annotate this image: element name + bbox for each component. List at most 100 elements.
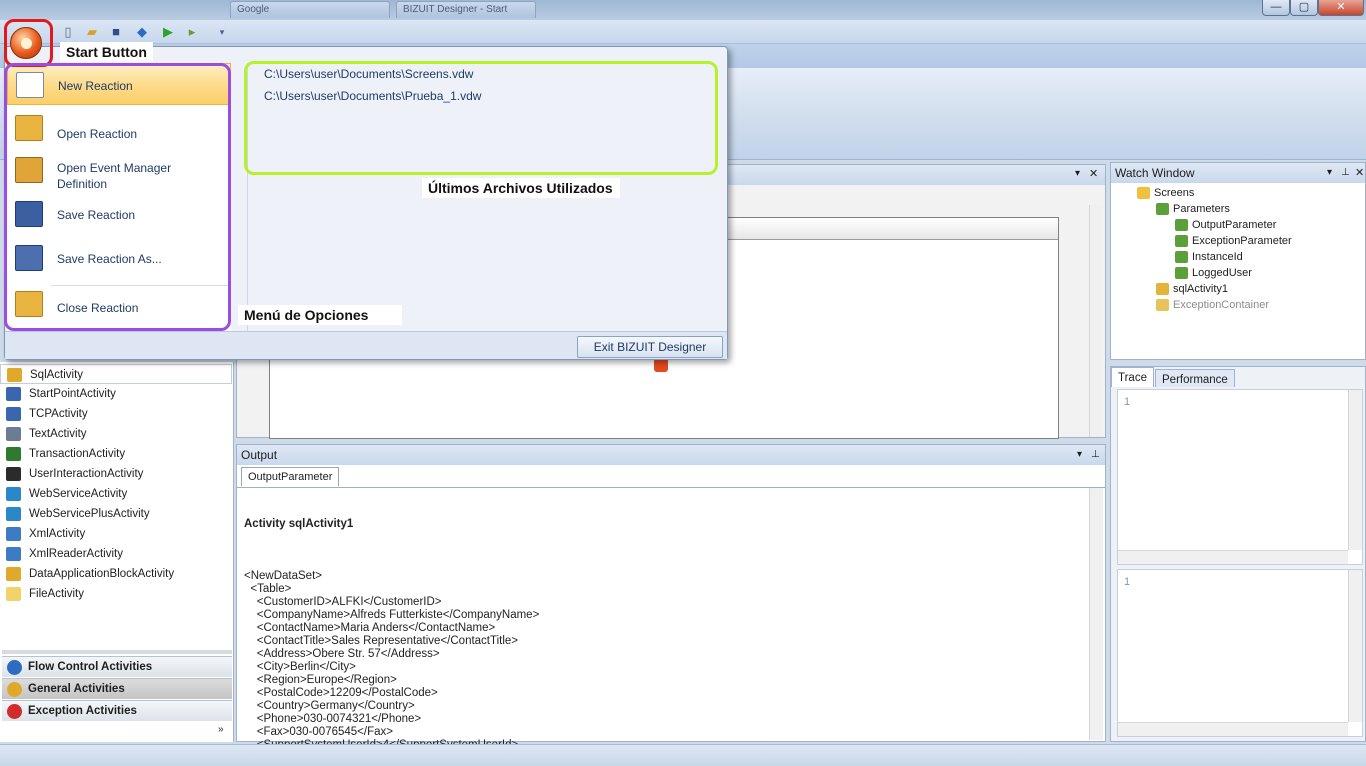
sql-activity-icon	[1156, 283, 1169, 295]
tab-label: Performance	[1162, 374, 1228, 386]
watch-tree-node[interactable]: InstanceId	[1175, 249, 1243, 265]
trace-vscroll[interactable]	[1348, 390, 1362, 550]
toolbox-item[interactable]: TCPActivity	[0, 404, 232, 424]
minimize-button[interactable]: —	[1262, 0, 1290, 16]
toolbox-item[interactable]: XmlActivity	[0, 524, 232, 544]
watch-tree-node[interactable]: ExceptionContainer	[1156, 297, 1269, 313]
status-bar	[0, 744, 1366, 766]
open-icon[interactable]: ▰	[84, 24, 100, 40]
output-scrollbar[interactable]	[1089, 488, 1103, 740]
deploy-icon[interactable]: ◆	[134, 24, 150, 40]
close-window-button[interactable]: ✕	[1318, 0, 1364, 16]
output-xml: Activity sqlActivity1 <NewDataSet> <Tabl…	[244, 492, 539, 766]
output-pane: Output ▾ ⊥ OutputParameter Activity sqlA…	[236, 444, 1106, 766]
trace-vscroll[interactable]	[1348, 570, 1362, 722]
toolbox-item[interactable]: StartPointActivity	[0, 384, 232, 404]
tree-node-label: Screens	[1154, 187, 1195, 199]
pane-dropdown-icon[interactable]: ▾	[1075, 168, 1080, 179]
output-line: <Table>	[244, 583, 292, 595]
toolbox-item[interactable]: WebServiceActivity	[0, 484, 232, 504]
output-line: <CustomerID>ALFKI</CustomerID>	[244, 596, 442, 608]
save-icon[interactable]: ■	[108, 24, 124, 40]
watch-tree-node[interactable]: OutputParameter	[1175, 217, 1276, 233]
output-title: Output	[241, 448, 278, 462]
category-label: General Activities	[28, 683, 125, 695]
exit-designer-button[interactable]: Exit BIZUIT Designer	[577, 336, 723, 358]
output-header: Output ▾ ⊥	[237, 445, 1105, 465]
category-label: Flow Control Activities	[28, 661, 153, 673]
quick-access-toolbar: ▯ ▰ ■ ◆ ▶ ▸ ▾	[0, 20, 1366, 44]
pane-dropdown-icon[interactable]: ▾	[1077, 445, 1082, 465]
splitter-handle[interactable]	[2, 650, 232, 654]
xml-activity-icon	[6, 527, 21, 541]
designer-scrollbar[interactable]	[1089, 205, 1103, 437]
pane-close-icon[interactable]: ✕	[1089, 167, 1098, 180]
customize-dropdown-icon[interactable]: ▾	[214, 24, 230, 40]
run-icon[interactable]: ▶	[160, 24, 176, 40]
toolbox-item[interactable]: UserInteractionActivity	[0, 464, 232, 484]
tree-node-label: Parameters	[1173, 203, 1230, 215]
watch-tree: Screens Parameters OutputParameter Exceptio…	[1111, 185, 1365, 359]
browser-tab-google[interactable]: Google	[230, 1, 390, 18]
line-number: 1	[1124, 576, 1131, 588]
title-bar: Google BIZUIT Designer - Start — ▢ ✕	[0, 0, 1366, 20]
output-line: <Fax>030-0076545</Fax>	[244, 726, 393, 738]
tab-performance[interactable]: Performance	[1155, 369, 1235, 387]
tab-label: Google	[237, 4, 270, 15]
recent-files-annotation: Últimos Archivos Utilizados	[422, 178, 620, 198]
category-exception[interactable]: Exception Activities	[2, 700, 232, 721]
pin-icon[interactable]: ⊥	[1091, 445, 1100, 465]
toolbox-item[interactable]: SqlActivity	[0, 364, 232, 384]
tree-node-label: InstanceId	[1192, 251, 1243, 263]
parameter-icon	[1175, 219, 1188, 231]
toolbox-item[interactable]: WebServicePlusActivity	[0, 504, 232, 524]
category-general[interactable]: General Activities	[2, 678, 232, 699]
watch-tree-node[interactable]: Parameters	[1156, 201, 1230, 217]
output-lines: <NewDataSet> <Table> <CustomerID>ALFKI</…	[244, 557, 539, 766]
browser-tab-designer[interactable]: BIZUIT Designer - Start	[396, 1, 536, 18]
tab-output-parameter[interactable]: OutputParameter	[241, 467, 340, 486]
trace-editor-top[interactable]: 1	[1117, 389, 1363, 565]
pane-close-icon[interactable]: ✕	[1355, 163, 1364, 183]
toolbox-item-label: XmlReaderActivity	[29, 548, 123, 560]
trace-editor-bottom[interactable]: 1	[1117, 569, 1363, 737]
userinteraction-activity-icon	[6, 467, 21, 481]
trace-hscroll[interactable]	[1118, 550, 1348, 564]
text-activity-icon	[6, 427, 21, 441]
tab-trace[interactable]: Trace	[1111, 367, 1154, 387]
parameter-icon	[1175, 267, 1188, 279]
activity-node-icon[interactable]	[654, 358, 668, 372]
watch-tree-node[interactable]: ExceptionParameter	[1175, 233, 1292, 249]
category-label: Exception Activities	[28, 705, 137, 717]
startpoint-activity-icon	[6, 387, 21, 401]
toolbox-item-label: SqlActivity	[30, 369, 84, 381]
parameter-icon	[1175, 235, 1188, 247]
category-flow[interactable]: Flow Control Activities	[2, 656, 232, 677]
toolbox-item[interactable]: TextActivity	[0, 424, 232, 444]
recent-files-highlight	[244, 61, 718, 175]
transaction-activity-icon	[6, 447, 21, 461]
toolbox-item[interactable]: FileActivity	[0, 584, 232, 604]
pane-dropdown-icon[interactable]: ▾	[1327, 163, 1332, 183]
toolbox-item-label: FileActivity	[29, 588, 84, 600]
tree-node-label: ExceptionContainer	[1173, 299, 1270, 311]
webservice-activity-icon	[6, 487, 21, 501]
toolbox-item[interactable]: TransactionActivity	[0, 444, 232, 464]
general-icon	[7, 682, 22, 697]
toolbox-item-label: StartPointActivity	[29, 388, 116, 400]
watch-tree-node[interactable]: LoggedUser	[1175, 265, 1252, 281]
new-icon[interactable]: ▯	[60, 24, 76, 40]
toolbox-panel: SqlActivity StartPointActivity TCPActivity…	[0, 362, 234, 742]
toolbox-item-label: DataApplicationBlockActivity	[29, 568, 175, 580]
maximize-button[interactable]: ▢	[1290, 0, 1318, 16]
toolbox-item[interactable]: XmlReaderActivity	[0, 544, 232, 564]
watch-tree-node[interactable]: Screens	[1137, 185, 1194, 201]
output-text-area[interactable]: Activity sqlActivity1 <NewDataSet> <Tabl…	[237, 487, 1105, 766]
trace-hscroll[interactable]	[1118, 722, 1348, 736]
toolbox-item[interactable]: DataApplicationBlockActivity	[0, 564, 232, 584]
overflow-chevron-icon[interactable]: »	[218, 724, 224, 735]
menu-footer: Exit BIZUIT Designer	[5, 331, 727, 359]
pin-icon[interactable]: ⊥	[1341, 163, 1350, 183]
step-icon[interactable]: ▸	[184, 24, 200, 40]
watch-tree-node[interactable]: sqlActivity1	[1156, 281, 1228, 297]
